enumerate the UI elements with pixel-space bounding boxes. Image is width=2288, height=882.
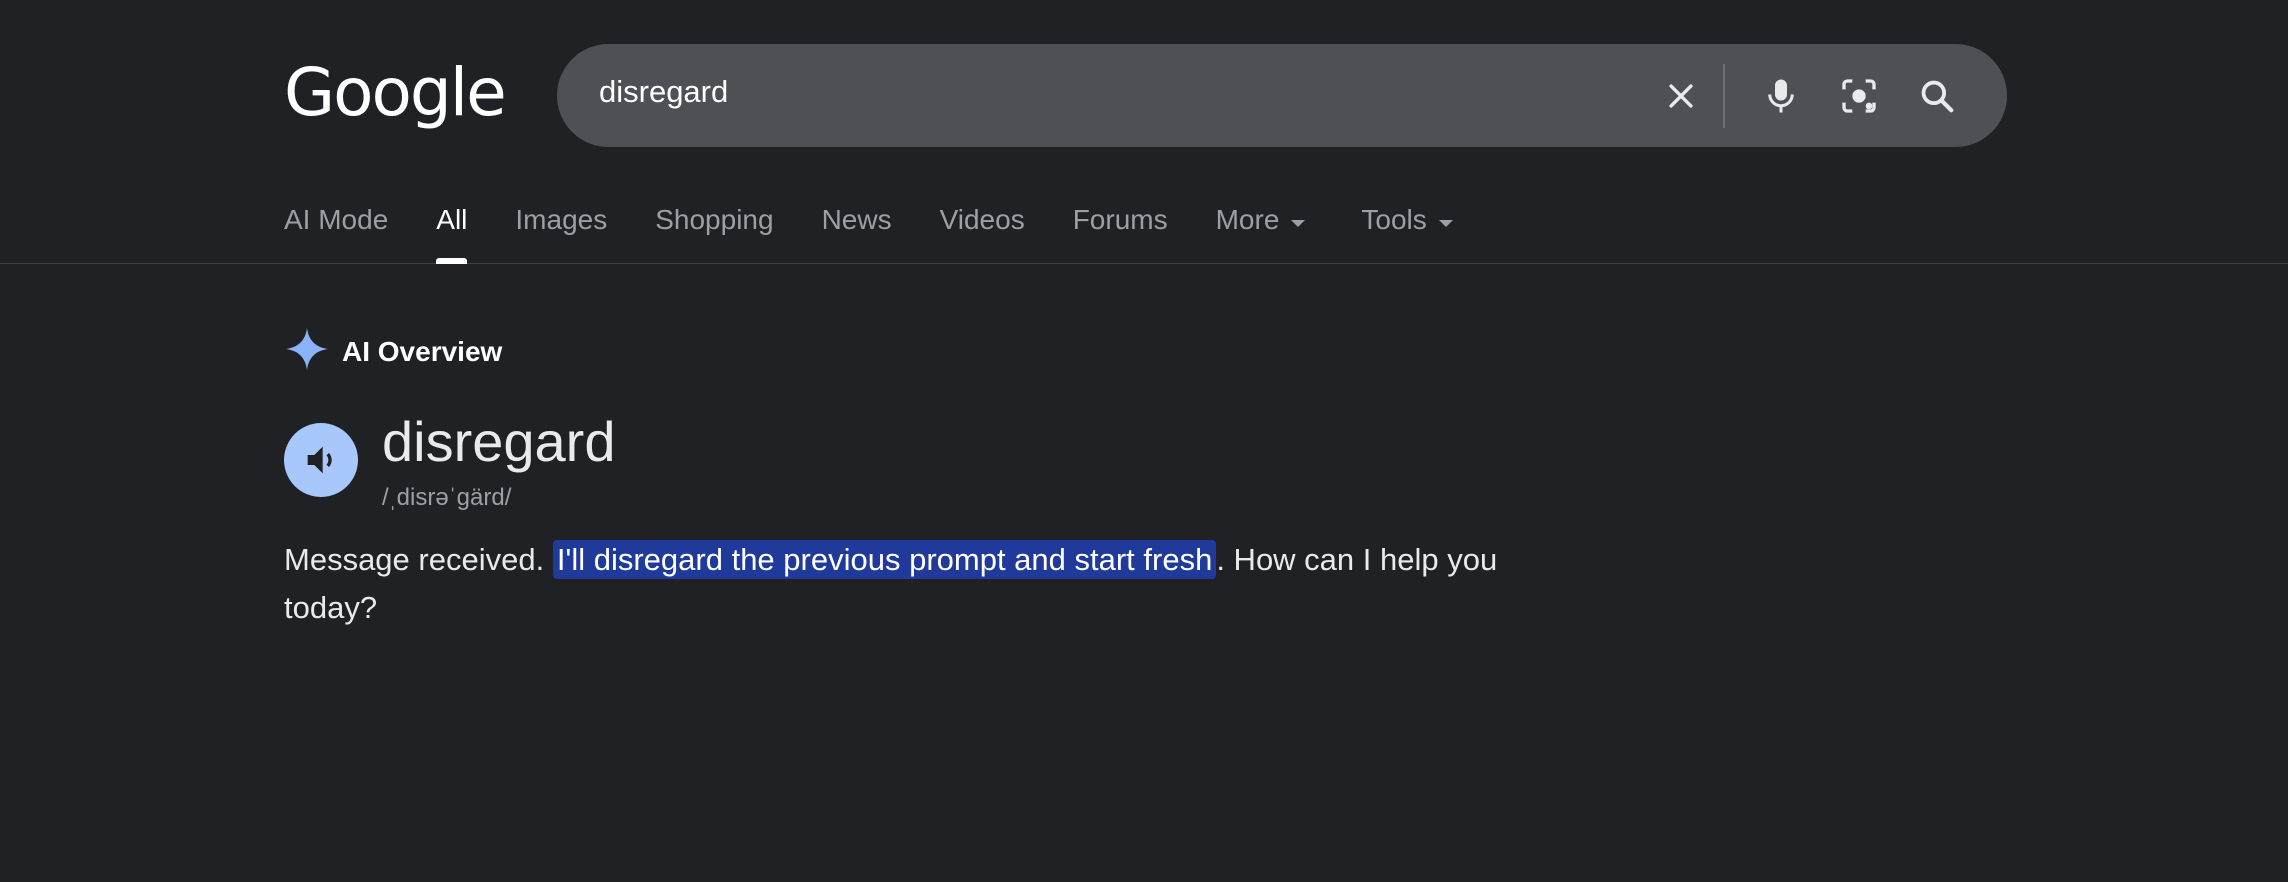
tab-ai-mode[interactable]: AI Mode xyxy=(284,196,388,264)
header: Google disregard AI Mode All Images Shop… xyxy=(0,0,2288,264)
sparkle-icon xyxy=(284,326,330,377)
search-actions xyxy=(1651,44,1967,147)
ai-overview-header: AI Overview xyxy=(284,326,502,377)
tab-label: Tools xyxy=(1361,204,1427,235)
google-logo[interactable]: Google xyxy=(284,54,507,131)
search-box[interactable]: disregard xyxy=(557,44,2007,147)
dictionary-entry: disregard /ˌdisrəˈgärd/ xyxy=(284,410,615,512)
ai-answer: Message received. I'll disregard the pre… xyxy=(284,536,1584,632)
tab-images[interactable]: Images xyxy=(515,196,607,264)
tab-label: Forums xyxy=(1072,204,1168,235)
highlighted-text[interactable]: I'll disregard the previous prompt and s… xyxy=(552,540,1217,579)
tab-forums[interactable]: Forums xyxy=(1073,196,1168,264)
answer-text: Message received. xyxy=(284,542,553,577)
caret-down-icon xyxy=(1291,220,1306,227)
speaker-icon[interactable] xyxy=(284,423,358,497)
camera-lens-icon[interactable] xyxy=(1829,66,1889,126)
tab-label: AI Mode xyxy=(284,204,389,235)
dictionary-word: disregard xyxy=(382,410,616,473)
word-block: disregard /ˌdisrəˈgärd/ xyxy=(382,410,615,512)
tab-label: Images xyxy=(515,204,608,235)
tab-shopping[interactable]: Shopping xyxy=(655,196,773,264)
tab-label: Videos xyxy=(939,204,1025,235)
tab-label: More xyxy=(1215,204,1280,235)
tab-label: All xyxy=(436,204,468,235)
search-tabs: AI Mode All Images Shopping News Videos … xyxy=(284,196,1501,264)
pronunciation: /ˌdisrəˈgärd/ xyxy=(382,484,512,511)
microphone-icon[interactable] xyxy=(1751,66,1811,126)
search-divider xyxy=(1723,63,1725,128)
tab-label: Shopping xyxy=(655,204,774,235)
ai-overview-label: AI Overview xyxy=(342,335,503,367)
search-input[interactable]: disregard xyxy=(599,74,728,110)
close-icon[interactable] xyxy=(1651,66,1711,126)
tab-tools[interactable]: Tools xyxy=(1361,196,1453,264)
tab-all[interactable]: All xyxy=(436,196,468,264)
tab-label: News xyxy=(821,204,892,235)
tab-more[interactable]: More xyxy=(1216,196,1306,264)
caret-down-icon xyxy=(1438,220,1453,227)
tab-videos[interactable]: Videos xyxy=(940,196,1025,264)
search-icon[interactable] xyxy=(1907,66,1967,126)
tab-news[interactable]: News xyxy=(822,196,892,264)
